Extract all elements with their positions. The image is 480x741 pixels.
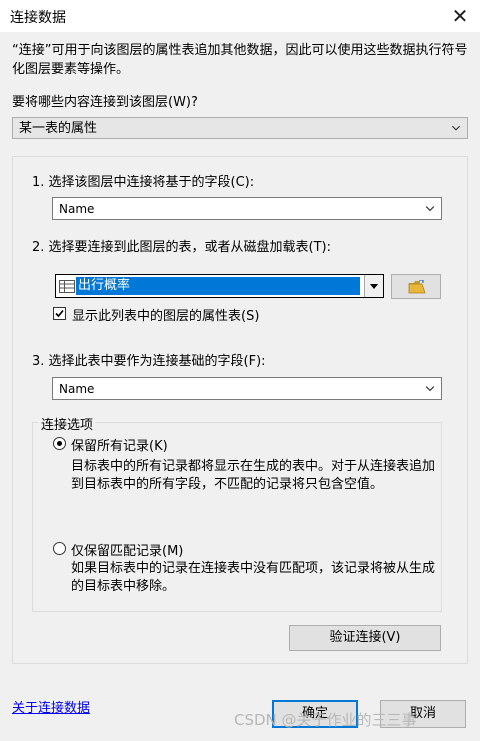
close-icon[interactable]: ✕: [446, 2, 474, 30]
title-bar: [0, 0, 480, 32]
dialog-description: “连接”可用于向该图层的属性表追加其他数据，因此可以使用这些数据执行符号化图层要…: [12, 43, 468, 77]
join-table-value: 出行概率: [78, 278, 131, 293]
window-title: 连接数据: [10, 10, 66, 26]
open-folder-icon: [408, 280, 426, 294]
validate-join-button[interactable]: 验证连接(V): [289, 625, 441, 651]
show-attr-tables-checkbox[interactable]: [53, 307, 66, 320]
checkmark-icon: [55, 309, 64, 318]
keep-matching-description: 如果目标表中的记录在连接表中没有匹配项，该记录将被从生成的目标表中移除。: [71, 561, 436, 594]
join-options-legend: 连接选项: [38, 414, 97, 433]
show-attr-tables-label[interactable]: 显示此列表中的图层的属性表(S): [72, 305, 259, 324]
radio-dot: [57, 441, 62, 446]
browse-button[interactable]: [391, 274, 441, 299]
join-field-value: Name: [59, 382, 95, 396]
keep-all-label[interactable]: 保留所有记录(K): [71, 435, 168, 454]
join-table-dropdown[interactable]: 出行概率: [55, 274, 384, 298]
join-what-dropdown[interactable]: 某一表的属性: [12, 117, 468, 139]
step3-label: 3. 选择此表中要作为连接基础的字段(F):: [32, 354, 266, 369]
triangle-down-icon: [370, 284, 378, 289]
chevron-down-icon: [451, 125, 461, 131]
about-joining-link[interactable]: 关于连接数据: [12, 697, 90, 716]
chevron-down-icon: [425, 206, 435, 212]
layer-field-value: Name: [59, 202, 95, 216]
step2-label: 2. 选择要连接到此图层的表，或者从磁盘加载表(T):: [32, 240, 332, 255]
layer-field-dropdown[interactable]: Name: [52, 197, 442, 220]
keep-matching-radio[interactable]: [53, 542, 66, 555]
keep-all-description: 目标表中的所有记录都将显示在生成的表中。对于从连接表追加到目标表中的所有字段，不…: [71, 459, 436, 492]
join-table-selection: 出行概率: [76, 277, 360, 295]
watermark: CSDN @关于作业的三三事: [234, 711, 417, 729]
step1-label: 1. 选择该图层中连接将基于的字段(C):: [32, 175, 255, 190]
join-what-label: 要将哪些内容连接到该图层(W)?: [12, 95, 198, 110]
table-icon: [59, 280, 75, 293]
join-what-value: 某一表的属性: [19, 121, 98, 136]
join-field-dropdown[interactable]: Name: [52, 377, 442, 400]
keep-all-radio[interactable]: [53, 437, 66, 450]
keep-matching-label[interactable]: 仅保留匹配记录(M): [71, 540, 183, 559]
dropdown-button[interactable]: [364, 275, 383, 297]
chevron-down-icon: [425, 386, 435, 392]
